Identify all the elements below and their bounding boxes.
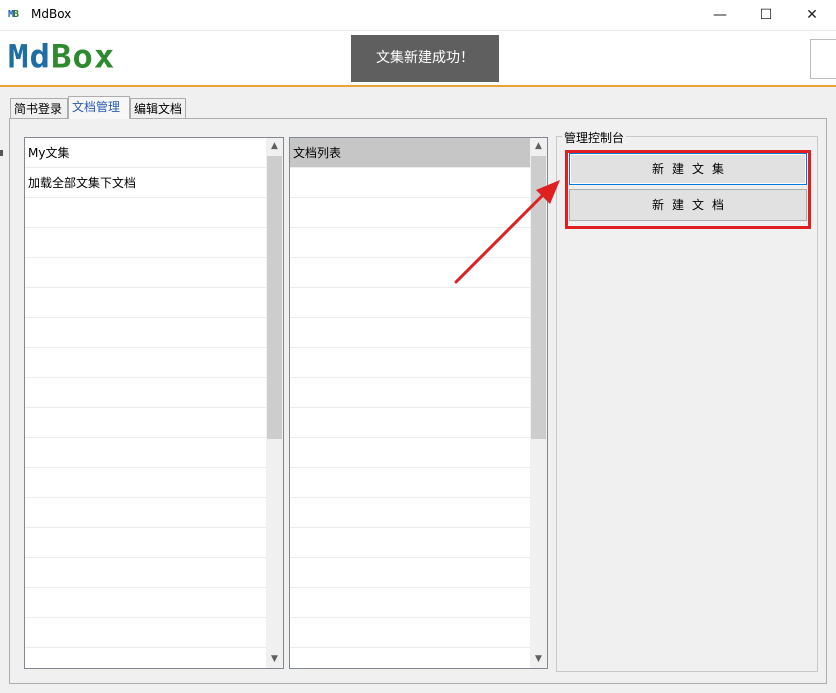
list-item bbox=[25, 258, 266, 288]
list-item bbox=[25, 288, 266, 318]
toast-notification: 文集新建成功！ bbox=[351, 35, 499, 82]
minimize-button[interactable]: — bbox=[697, 0, 743, 31]
app-icon: MB bbox=[8, 9, 19, 20]
maximize-button[interactable]: ☐ bbox=[743, 0, 789, 31]
list-item[interactable]: My文集 bbox=[25, 138, 266, 168]
list-item bbox=[290, 228, 530, 258]
list-item bbox=[25, 348, 266, 378]
tab-jianshu-login[interactable]: 简书登录 bbox=[10, 98, 68, 118]
list-item bbox=[25, 438, 266, 468]
list-item bbox=[290, 528, 530, 558]
list-item bbox=[290, 408, 530, 438]
app-header: MdBox 文集新建成功！ bbox=[0, 31, 836, 87]
list-item bbox=[25, 648, 266, 668]
list-item[interactable]: 文档列表 bbox=[290, 138, 530, 168]
list-item bbox=[290, 288, 530, 318]
scroll-thumb[interactable] bbox=[531, 156, 546, 439]
scroll-up-icon[interactable]: ▲ bbox=[530, 138, 547, 155]
new-collection-button[interactable]: 新建文集 bbox=[569, 153, 807, 185]
list-item bbox=[290, 378, 530, 408]
list-item bbox=[25, 228, 266, 258]
list-item bbox=[25, 618, 266, 648]
list-item bbox=[25, 378, 266, 408]
new-document-button[interactable]: 新建文档 bbox=[569, 189, 807, 221]
list-item bbox=[25, 318, 266, 348]
list-item bbox=[290, 468, 530, 498]
scroll-up-icon[interactable]: ▲ bbox=[266, 138, 283, 155]
title-bar: MB MdBox — ☐ ✕ bbox=[0, 0, 836, 31]
list-item bbox=[290, 258, 530, 288]
documents-scrollbar[interactable]: ▲ ▼ bbox=[530, 138, 547, 668]
list-item bbox=[290, 198, 530, 228]
list-item bbox=[290, 168, 530, 198]
collections-list[interactable]: My文集 加载全部文集下文档 ▲ ▼ bbox=[24, 137, 284, 669]
tab-edit-document[interactable]: 编辑文档 bbox=[130, 98, 186, 118]
list-item bbox=[290, 648, 530, 668]
list-item bbox=[290, 348, 530, 378]
scroll-down-icon[interactable]: ▼ bbox=[266, 651, 283, 668]
list-item[interactable]: 加载全部文集下文档 bbox=[25, 168, 266, 198]
list-item bbox=[25, 558, 266, 588]
list-item bbox=[25, 588, 266, 618]
list-item bbox=[25, 528, 266, 558]
list-item bbox=[25, 198, 266, 228]
list-item bbox=[290, 558, 530, 588]
scroll-down-icon[interactable]: ▼ bbox=[530, 651, 547, 668]
tab-document-management[interactable]: 文档管理 bbox=[68, 96, 130, 119]
list-item bbox=[290, 618, 530, 648]
scroll-thumb[interactable] bbox=[267, 156, 282, 439]
list-item bbox=[290, 438, 530, 468]
list-item bbox=[290, 318, 530, 348]
documents-list[interactable]: 文档列表 ▲ ▼ bbox=[289, 137, 548, 669]
close-button[interactable]: ✕ bbox=[789, 0, 835, 31]
window-title: MdBox bbox=[31, 7, 72, 21]
list-item bbox=[290, 588, 530, 618]
list-item bbox=[25, 468, 266, 498]
header-input-box[interactable] bbox=[810, 39, 836, 79]
mdbox-logo: MdBox bbox=[8, 38, 116, 76]
list-item bbox=[290, 498, 530, 528]
management-console-title: 管理控制台 bbox=[562, 129, 627, 146]
collections-scrollbar[interactable]: ▲ ▼ bbox=[266, 138, 283, 668]
list-item bbox=[25, 498, 266, 528]
list-item bbox=[25, 408, 266, 438]
window-edge-marker bbox=[0, 150, 3, 156]
